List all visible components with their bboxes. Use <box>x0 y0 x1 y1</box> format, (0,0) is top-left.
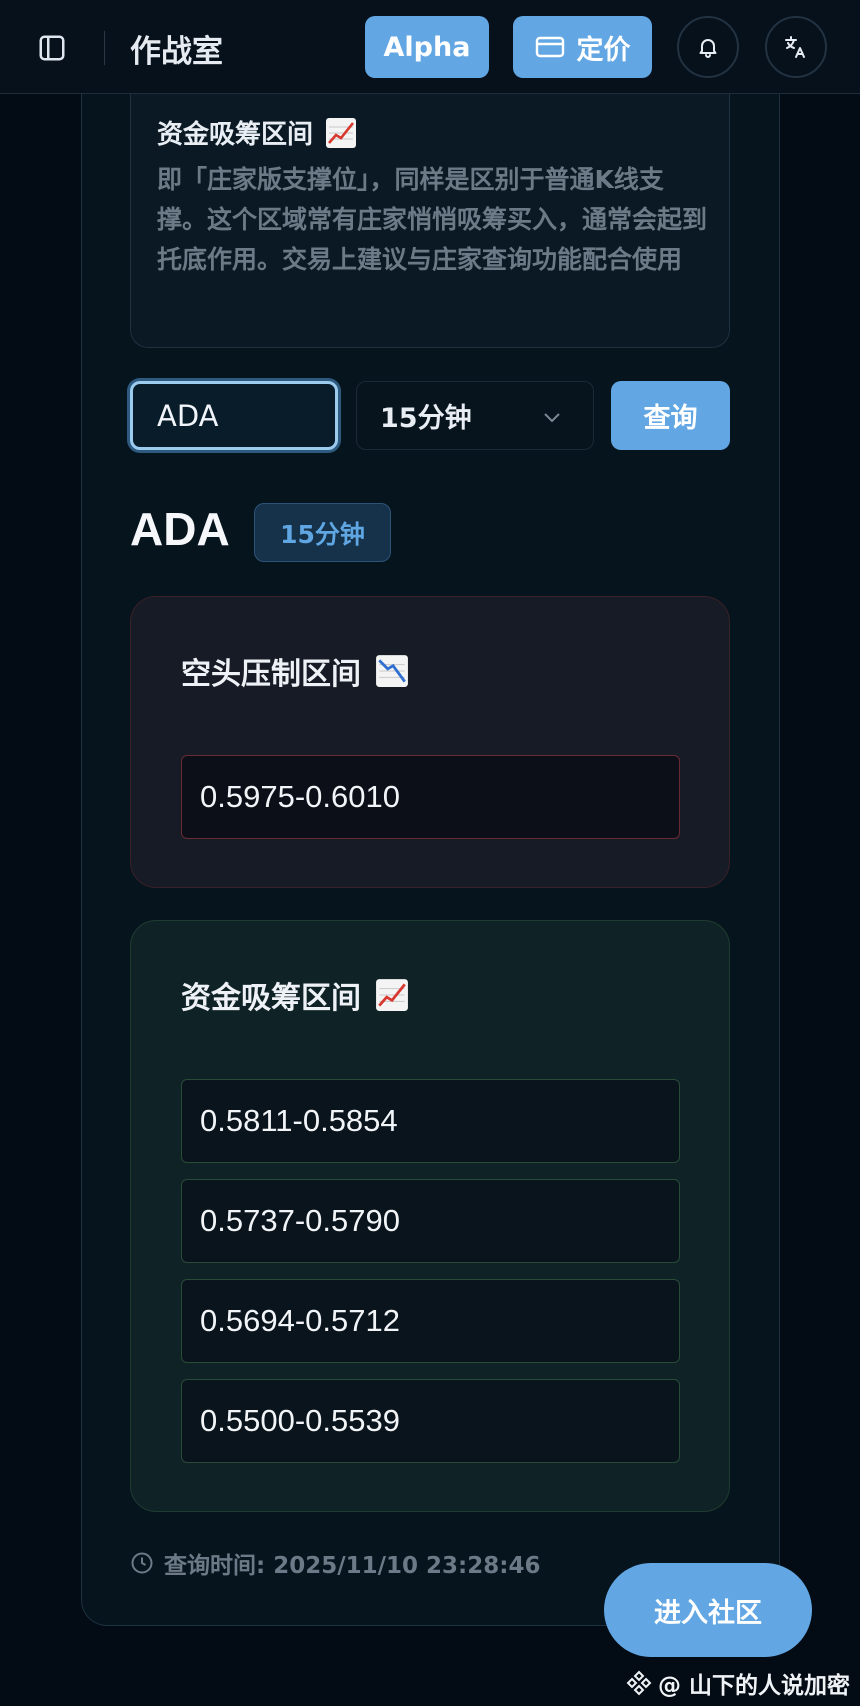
bull-zone-title: 资金吸筹区间 <box>181 973 409 1017</box>
credit-card-icon <box>535 36 564 58</box>
header-divider <box>104 31 105 65</box>
notifications-button[interactable] <box>677 16 739 78</box>
interval-select[interactable]: 15分钟 <box>356 381 594 450</box>
bear-zone-card: 空头压制区间 0.5975-0.6010 <box>130 596 730 888</box>
chevron-down-icon <box>544 413 560 423</box>
info-box: 资金吸筹区间 即「庄家版支撑位」，同样是区别于普通K线支撑。这个区域常有庄家悄悄… <box>130 94 730 348</box>
symbol-input[interactable] <box>130 381 338 450</box>
sidebar-toggle-button[interactable] <box>34 30 70 66</box>
translate-icon <box>785 36 805 58</box>
query-button-label: 查询 <box>643 403 698 434</box>
chart-up-icon <box>326 117 357 148</box>
bear-range-row: 0.5975-0.6010 <box>181 755 680 839</box>
binance-logo-icon <box>626 1670 652 1696</box>
info-title-text: 资金吸筹区间 <box>157 120 314 150</box>
bull-range-row: 0.5500-0.5539 <box>181 1379 680 1463</box>
interval-select-value: 15分钟 <box>380 403 472 434</box>
chart-down-icon <box>376 655 408 687</box>
interval-badge: 15分钟 <box>254 503 391 562</box>
bear-zone-title-text: 空头压制区间 <box>181 657 361 692</box>
bull-range-row: 0.5811-0.5854 <box>181 1079 680 1163</box>
info-title: 资金吸筹区间 <box>157 114 357 151</box>
clock-icon <box>131 1552 153 1574</box>
enter-community-label: 进入社区 <box>654 1597 762 1629</box>
pricing-label: 定价 <box>576 34 631 66</box>
bear-zone-title: 空头压制区间 <box>181 649 409 693</box>
watermark-text: @ 山下的人说加密 <box>658 1673 851 1699</box>
app-title: 作战室 <box>130 34 223 70</box>
result-symbol: ADA <box>130 503 230 555</box>
query-button[interactable]: 查询 <box>611 381 730 450</box>
enter-community-button[interactable]: 进入社区 <box>604 1563 812 1657</box>
language-button[interactable] <box>765 16 827 78</box>
bell-icon <box>699 39 717 58</box>
bull-range-row: 0.5694-0.5712 <box>181 1279 680 1363</box>
top-header: 作战室 Alpha 定价 <box>0 0 860 94</box>
bull-zone-title-text: 资金吸筹区间 <box>181 981 361 1016</box>
watermark: @ 山下的人说加密 <box>626 1666 850 1700</box>
sidebar-toggle-icon <box>39 35 65 61</box>
pricing-button[interactable]: 定价 <box>513 16 652 78</box>
bull-zone-card: 资金吸筹区间 0.5811-0.5854 0.5737-0.5790 0.569… <box>130 920 730 1512</box>
bull-range-row: 0.5737-0.5790 <box>181 1179 680 1263</box>
alpha-button[interactable]: Alpha <box>365 16 489 78</box>
query-time-text: 查询时间: 2025/11/10 23:28:46 <box>164 1553 541 1579</box>
chart-up-icon <box>376 979 408 1011</box>
query-time: 查询时间: 2025/11/10 23:28:46 <box>130 1546 540 1580</box>
alpha-label: Alpha <box>383 31 471 63</box>
info-description: 即「庄家版支撑位」，同样是区别于普通K线支撑。这个区域常有庄家悄悄吸筹买入，通常… <box>157 165 708 274</box>
